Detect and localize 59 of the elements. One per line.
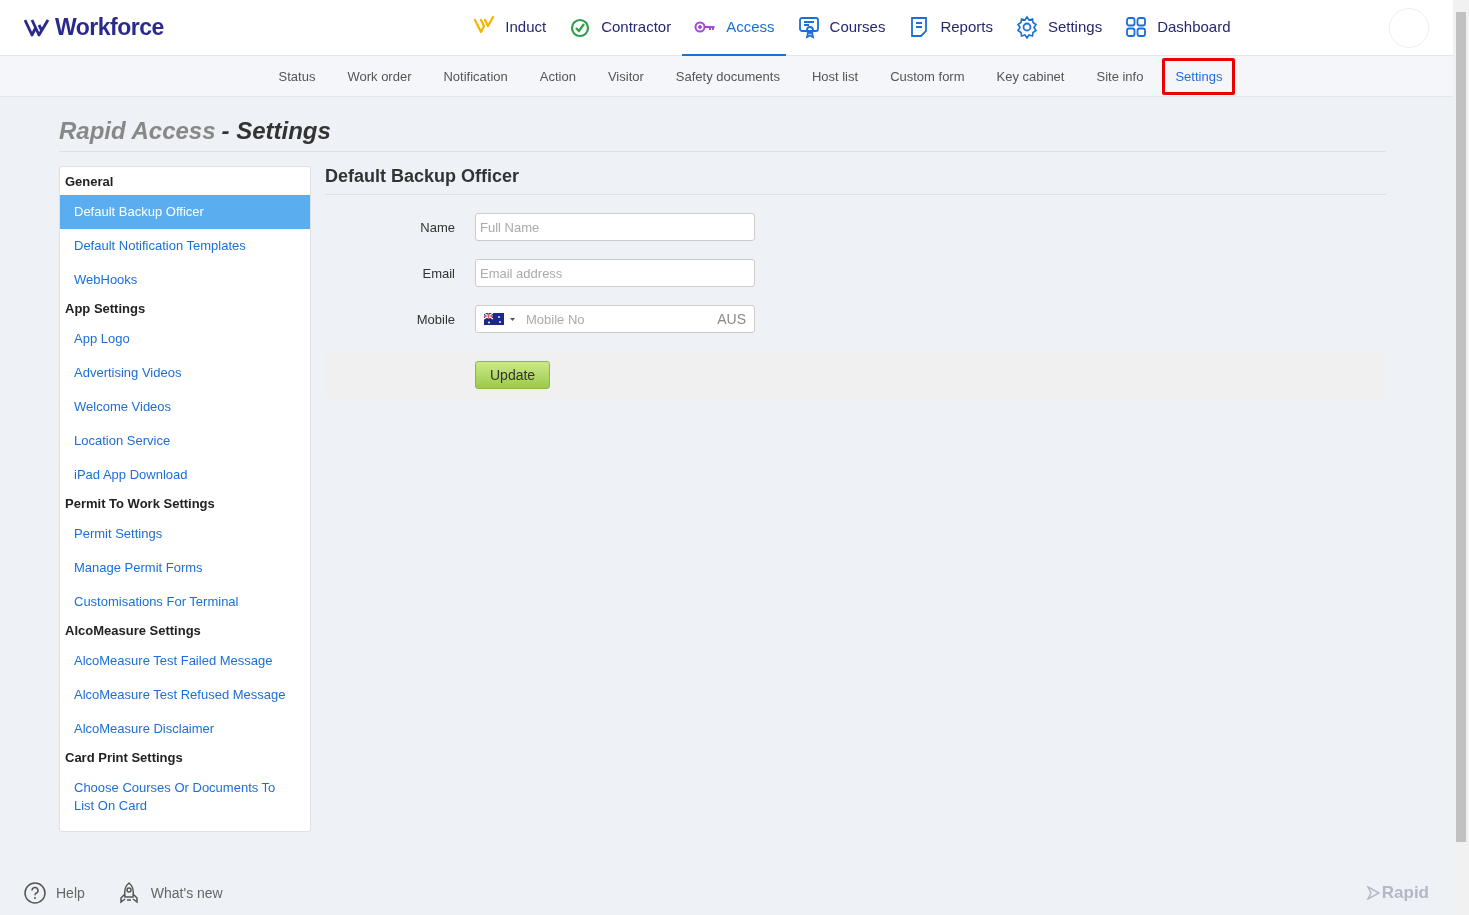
subnav-tab[interactable]: Visitor	[594, 57, 657, 95]
subnav-tab[interactable]: Custom form	[877, 57, 978, 95]
sidebar-heading: AlcoMeasure Settings	[64, 622, 202, 640]
sidebar-item[interactable]: AlcoMeasure Disclaimer	[60, 712, 310, 746]
sidebar-item[interactable]: Permit Settings	[60, 517, 310, 551]
sidebar-item[interactable]: Location Service	[60, 424, 310, 458]
scrollbar[interactable]	[1453, 0, 1469, 915]
sidebar-heading: Card Print Settings	[64, 749, 184, 767]
nav-tab[interactable]: Courses	[785, 0, 897, 56]
sidebar-item[interactable]: Choose Courses Or Documents To List On Card	[60, 771, 310, 823]
sidebar-heading: Permit To Work Settings	[64, 495, 216, 513]
nav-tab[interactable]: Contractor	[557, 0, 683, 56]
grid-icon	[1124, 14, 1149, 39]
certificate-icon	[796, 14, 821, 39]
logo-text: Workforce	[55, 14, 164, 41]
phone-field[interactable]: Mobile No AUS	[475, 305, 755, 333]
field-label: Name	[419, 219, 456, 235]
sidebar-item[interactable]: Advertising Videos	[60, 356, 310, 390]
brand-logo: Rapid	[1365, 883, 1429, 903]
app-logo[interactable]: Workforce	[24, 14, 164, 41]
nav-tab[interactable]: Dashboard	[1113, 0, 1242, 56]
sidebar-item[interactable]: AlcoMeasure Test Failed Message	[60, 644, 310, 678]
subnav-tab[interactable]: Safety documents	[662, 57, 793, 95]
subnav-tab[interactable]: Settings	[1162, 57, 1236, 95]
subnav-tab[interactable]: Action	[526, 57, 589, 95]
form-title: Default Backup Officer	[325, 166, 1386, 195]
country-code: AUS	[717, 311, 746, 327]
settings-icon	[1014, 14, 1039, 39]
sidebar-item[interactable]: App Logo	[60, 322, 310, 356]
subnav-tab[interactable]: Notification	[430, 57, 521, 95]
sidebar-item[interactable]: WebHooks	[60, 263, 310, 297]
subnav-tab[interactable]: Status	[265, 57, 329, 95]
text-field[interactable]: Full Name	[475, 213, 755, 241]
sidebar-item[interactable]: Welcome Videos	[60, 390, 310, 424]
subnav-tab[interactable]: Host list	[798, 57, 872, 95]
sidebar-item[interactable]: iPad App Download	[60, 458, 310, 492]
sidebar-item[interactable]: Default Notification Templates	[60, 229, 310, 263]
help-icon	[24, 882, 46, 904]
page-title: - Settings	[221, 117, 331, 145]
nav-tab[interactable]: Reports	[896, 0, 1004, 56]
page-title-module: Rapid Access	[59, 117, 216, 145]
text-field[interactable]: Email address	[475, 259, 755, 287]
nav-tab[interactable]: Induct	[461, 0, 558, 56]
flag-icon[interactable]	[484, 313, 516, 325]
subnav-tab[interactable]: Work order	[334, 57, 425, 95]
sidebar-item[interactable]: AlcoMeasure Test Refused Message	[60, 678, 310, 712]
update-button[interactable]: Update	[475, 361, 551, 389]
sidebar-item[interactable]: Manage Permit Forms	[60, 551, 310, 585]
subnav-tab[interactable]: Key cabinet	[983, 57, 1078, 95]
field-label: Email	[421, 265, 456, 281]
sidebar-heading: App Settings	[64, 300, 147, 318]
play-arrow-icon	[1365, 886, 1380, 900]
field-label: Mobile	[415, 311, 456, 327]
sidebar-item[interactable]: Customisations For Terminal	[60, 585, 310, 619]
nav-tab[interactable]: Settings	[1003, 0, 1114, 56]
sidebar-heading: General	[64, 173, 115, 191]
subnav-tab[interactable]: Site info	[1083, 57, 1157, 95]
whats-new-link[interactable]: What's new	[116, 881, 223, 905]
help-link[interactable]: Help	[24, 882, 85, 904]
